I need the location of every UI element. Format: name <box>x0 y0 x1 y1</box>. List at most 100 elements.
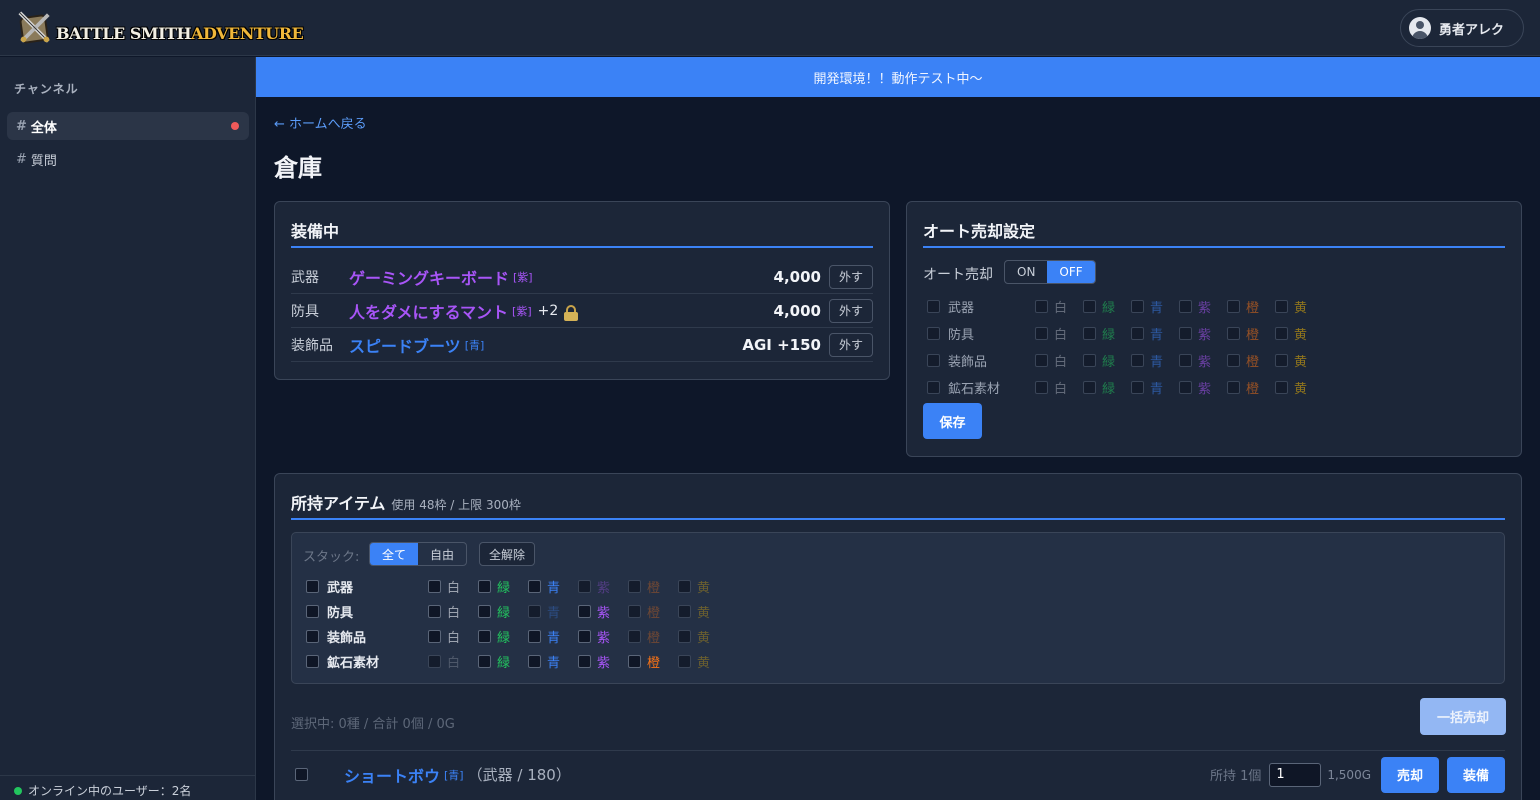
sidebar-channel-all[interactable]: # 全体 <box>7 112 249 140</box>
rarity-checkbox[interactable] <box>578 629 591 643</box>
autosell-off-button[interactable]: OFF <box>1047 261 1095 283</box>
rarity-filter[interactable]: 橙 <box>1227 323 1259 343</box>
rarity-filter[interactable]: 緑 <box>478 576 510 596</box>
equip-item-name[interactable]: ゲーミングキーボード <box>349 265 509 289</box>
rarity-filter[interactable]: 橙 <box>1227 296 1259 316</box>
rarity-filter[interactable]: 緑 <box>478 601 510 621</box>
rarity-filter[interactable]: 青 <box>1131 377 1163 397</box>
rarity-filter[interactable]: 青 <box>1131 296 1163 316</box>
category-filter[interactable]: 防具 <box>306 602 353 621</box>
unequip-button[interactable]: 外す <box>828 298 873 323</box>
category-checkbox[interactable] <box>306 654 319 668</box>
rarity-filter[interactable]: 白 <box>428 601 460 621</box>
category-checkbox[interactable] <box>927 299 940 313</box>
rarity-filter[interactable]: 紫 <box>578 601 610 621</box>
sidebar-channel-questions[interactable]: # 質問 <box>7 145 249 173</box>
rarity-filter[interactable]: 紫 <box>578 651 610 671</box>
app-logo[interactable]: BATTLE SMITHADVENTURE <box>16 8 304 48</box>
rarity-checkbox[interactable] <box>578 604 591 618</box>
category-checkbox[interactable] <box>306 579 319 593</box>
rarity-filter[interactable]: 紫 <box>1179 350 1211 370</box>
rarity-filter[interactable]: 白 <box>1035 350 1067 370</box>
rarity-filter[interactable]: 黄 <box>1275 377 1307 397</box>
rarity-filter[interactable]: 緑 <box>1083 296 1115 316</box>
rarity-filter[interactable]: 紫 <box>1179 377 1211 397</box>
rarity-checkbox[interactable] <box>1131 299 1144 313</box>
rarity-checkbox[interactable] <box>1227 299 1240 313</box>
rarity-filter[interactable]: 橙 <box>1227 350 1259 370</box>
rarity-checkbox[interactable] <box>1227 326 1240 340</box>
clear-all-button[interactable]: 全解除 <box>479 542 536 566</box>
autosell-on-button[interactable]: ON <box>1005 261 1047 283</box>
rarity-checkbox[interactable] <box>1035 299 1048 313</box>
rarity-checkbox[interactable] <box>528 654 541 668</box>
item-name[interactable]: ショートボウ <box>344 763 440 787</box>
rarity-checkbox[interactable] <box>528 579 541 593</box>
rarity-checkbox[interactable] <box>1275 380 1288 394</box>
autosell-save-button[interactable]: 保存 <box>923 403 982 439</box>
item-quantity-input[interactable]: 1 <box>1269 762 1322 787</box>
rarity-checkbox[interactable] <box>1083 326 1096 340</box>
stack-free-button[interactable]: 自由 <box>418 543 466 565</box>
unequip-button[interactable]: 外す <box>828 264 873 289</box>
rarity-checkbox[interactable] <box>1179 326 1192 340</box>
category-filter[interactable]: 鉱石素材 <box>927 378 1000 397</box>
category-filter[interactable]: 防具 <box>927 324 974 343</box>
sell-button[interactable]: 売却 <box>1381 756 1439 793</box>
rarity-checkbox[interactable] <box>1035 353 1048 367</box>
category-filter[interactable]: 鉱石素材 <box>306 652 379 671</box>
rarity-filter[interactable]: 黄 <box>1275 350 1307 370</box>
rarity-checkbox[interactable] <box>478 654 491 668</box>
category-checkbox[interactable] <box>927 326 940 340</box>
unequip-button[interactable]: 外す <box>828 332 873 357</box>
rarity-filter[interactable]: 紫 <box>1179 323 1211 343</box>
rarity-checkbox[interactable] <box>1131 380 1144 394</box>
rarity-checkbox[interactable] <box>1179 380 1192 394</box>
rarity-checkbox[interactable] <box>1179 299 1192 313</box>
category-filter[interactable]: 武器 <box>306 577 353 596</box>
rarity-checkbox[interactable] <box>1131 326 1144 340</box>
rarity-checkbox[interactable] <box>1131 353 1144 367</box>
rarity-filter[interactable]: 白 <box>1035 323 1067 343</box>
user-menu-button[interactable]: 勇者アレク <box>1400 9 1524 47</box>
category-checkbox[interactable] <box>306 629 319 643</box>
rarity-checkbox[interactable] <box>528 629 541 643</box>
rarity-filter[interactable]: 紫 <box>578 626 610 646</box>
rarity-checkbox[interactable] <box>578 654 591 668</box>
rarity-checkbox[interactable] <box>478 604 491 618</box>
rarity-checkbox[interactable] <box>428 604 441 618</box>
category-checkbox[interactable] <box>927 353 940 367</box>
rarity-filter[interactable]: 紫 <box>1179 296 1211 316</box>
rarity-checkbox[interactable] <box>1227 380 1240 394</box>
rarity-checkbox[interactable] <box>1083 380 1096 394</box>
stack-toggle[interactable]: 全て 自由 <box>369 542 468 566</box>
category-checkbox[interactable] <box>306 604 319 618</box>
rarity-filter[interactable]: 緑 <box>1083 350 1115 370</box>
equip-button[interactable]: 装備 <box>1447 756 1505 793</box>
rarity-checkbox[interactable] <box>1275 326 1288 340</box>
rarity-checkbox[interactable] <box>1035 380 1048 394</box>
category-checkbox[interactable] <box>927 380 940 394</box>
rarity-checkbox[interactable] <box>428 579 441 593</box>
equip-item-name[interactable]: スピードブーツ <box>349 333 461 357</box>
rarity-checkbox[interactable] <box>1083 299 1096 313</box>
rarity-filter[interactable]: 青 <box>1131 350 1163 370</box>
rarity-filter[interactable]: 白 <box>428 626 460 646</box>
rarity-checkbox[interactable] <box>628 654 641 668</box>
rarity-checkbox[interactable] <box>1035 326 1048 340</box>
rarity-filter[interactable]: 青 <box>1131 323 1163 343</box>
rarity-filter[interactable]: 白 <box>1035 377 1067 397</box>
rarity-filter[interactable]: 緑 <box>1083 377 1115 397</box>
stack-all-button[interactable]: 全て <box>370 543 419 565</box>
rarity-checkbox[interactable] <box>478 579 491 593</box>
rarity-filter[interactable]: 橙 <box>628 651 660 671</box>
rarity-filter[interactable]: 青 <box>528 626 560 646</box>
rarity-filter[interactable]: 白 <box>1035 296 1067 316</box>
rarity-filter[interactable]: 黄 <box>1275 323 1307 343</box>
rarity-filter[interactable]: 緑 <box>478 651 510 671</box>
rarity-filter[interactable]: 青 <box>528 576 560 596</box>
category-filter[interactable]: 装飾品 <box>927 351 987 370</box>
category-filter[interactable]: 装飾品 <box>306 627 366 646</box>
rarity-checkbox[interactable] <box>1275 299 1288 313</box>
item-checkbox[interactable] <box>295 768 308 781</box>
